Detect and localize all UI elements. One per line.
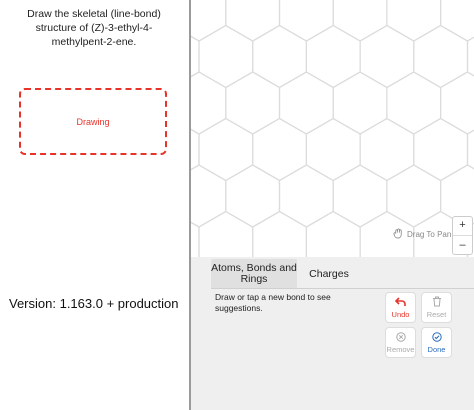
hex-cell xyxy=(191,0,227,42)
hex-cell xyxy=(305,117,361,182)
hex-cell xyxy=(359,117,415,182)
hand-icon xyxy=(393,228,404,241)
hex-cell xyxy=(198,24,254,89)
hex-cell xyxy=(466,36,474,77)
remove-button[interactable]: Remove xyxy=(385,327,416,358)
undo-icon xyxy=(394,296,406,310)
hex-cell xyxy=(225,164,281,228)
zoom-out-button[interactable]: – xyxy=(453,237,472,254)
question-pane: Draw the skeletal (line-bond) structure … xyxy=(0,0,189,410)
hex-cell xyxy=(225,71,281,135)
hex-cell xyxy=(191,221,200,257)
remove-icon xyxy=(395,331,406,345)
tab-charges[interactable]: Charges xyxy=(297,259,361,289)
hex-cell xyxy=(332,0,388,42)
question-prompt: Draw the skeletal (line-bond) structure … xyxy=(27,8,161,48)
hex-cell xyxy=(191,128,200,171)
version-text: Version: 1.163.0 + production xyxy=(9,296,179,311)
hex-cell xyxy=(332,164,388,228)
hex-cell xyxy=(332,71,388,135)
done-button[interactable]: Done xyxy=(421,327,452,358)
hex-grid xyxy=(191,0,474,257)
suggestion-hint: Draw or tap a new bond to see suggestion… xyxy=(215,292,331,313)
hex-cell xyxy=(305,24,361,89)
hex-cell xyxy=(278,71,334,135)
check-circle-icon xyxy=(431,331,442,345)
zoom-control: + – xyxy=(452,216,473,255)
hex-cell xyxy=(191,164,227,228)
hex-cell xyxy=(252,210,308,257)
hex-cell xyxy=(198,210,254,257)
hex-cell xyxy=(252,24,308,89)
hex-cell xyxy=(359,24,415,89)
reset-button[interactable]: Reset xyxy=(421,292,452,323)
tool-panel: Atoms, Bonds and Rings Charges Draw or t… xyxy=(191,257,474,410)
drawing-canvas[interactable] xyxy=(191,0,474,257)
undo-button[interactable]: Undo xyxy=(385,292,416,323)
trash-icon xyxy=(432,296,442,310)
hex-cell xyxy=(278,164,334,228)
hex-cell xyxy=(466,129,474,170)
hex-cell xyxy=(386,71,442,135)
tab-underline xyxy=(211,288,474,289)
hex-cell xyxy=(413,117,469,182)
hex-cell xyxy=(413,24,469,89)
remove-label: Remove xyxy=(386,344,415,354)
hex-cell xyxy=(198,117,254,182)
drag-to-pan-label: Drag To Pan xyxy=(407,230,452,239)
zoom-in-button[interactable]: + xyxy=(453,217,472,234)
drawing-preview[interactable]: Drawing xyxy=(19,88,167,155)
hex-cell xyxy=(225,0,281,42)
hex-cell xyxy=(386,0,442,42)
tab-atoms-bonds-rings[interactable]: Atoms, Bonds and Rings xyxy=(211,259,297,289)
undo-label: Undo xyxy=(391,309,410,319)
drawing-label: Drawing xyxy=(76,116,110,127)
hex-cell xyxy=(440,71,474,135)
hex-cell xyxy=(191,71,227,135)
hex-cell xyxy=(278,0,334,42)
done-label: Done xyxy=(427,344,446,354)
hex-cell xyxy=(386,164,442,228)
hex-cell xyxy=(191,35,200,78)
reset-label: Reset xyxy=(426,310,447,319)
hex-cell xyxy=(305,210,361,257)
drag-to-pan: Drag To Pan xyxy=(393,228,451,241)
tool-tabs: Atoms, Bonds and Rings Charges xyxy=(211,259,361,289)
hex-cell xyxy=(252,117,308,182)
